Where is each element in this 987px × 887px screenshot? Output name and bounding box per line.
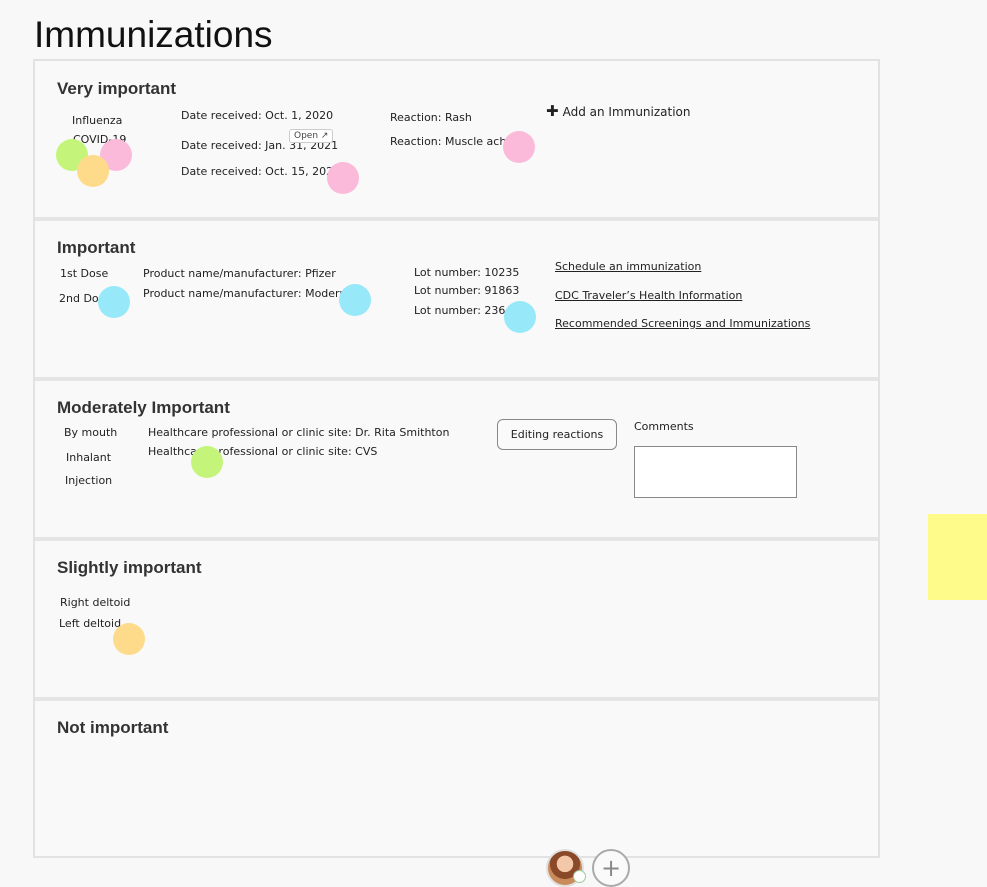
board: Very important Influenza COVID-19 Date r…	[33, 59, 880, 858]
pink-dot-marker[interactable]	[327, 162, 359, 194]
section-title: Very important	[57, 79, 177, 98]
section-title: Not important	[57, 718, 169, 737]
section-moderately-important: Moderately Important By mouth Inhalant I…	[35, 381, 878, 537]
date-received: Date received: Oct. 15, 2020	[181, 165, 341, 178]
open-link-chip[interactable]: Open ↗	[289, 129, 334, 143]
dose-label: 1st Dose	[60, 267, 109, 280]
plus-icon: ✚	[546, 102, 559, 120]
recommended-screenings-link[interactable]: Recommended Screenings and Immunizations	[555, 317, 810, 330]
orange-dot-marker[interactable]	[77, 155, 109, 187]
clinic-site: Healthcare professional or clinic site: …	[148, 426, 450, 439]
add-immunization-label: Add an Immunization	[562, 105, 691, 119]
section-title: Important	[57, 238, 136, 257]
cdc-travelers-health-link[interactable]: CDC Traveler’s Health Information	[555, 289, 742, 302]
schedule-immunization-link[interactable]: Schedule an immunization	[555, 260, 701, 273]
injection-site: Right deltoid	[60, 596, 131, 609]
section-not-important: Not important	[35, 701, 878, 856]
injection-site: Left deltoid	[59, 617, 122, 630]
lot-number: Lot number: 10235	[414, 266, 520, 279]
section-very-important: Very important Influenza COVID-19 Date r…	[35, 61, 878, 217]
section-important: Important 1st Dose 2nd Dose Product name…	[35, 221, 878, 377]
comments-label: Comments	[634, 420, 694, 433]
cyan-dot-marker[interactable]	[98, 286, 130, 318]
page-title: Immunizations	[34, 14, 273, 55]
route-label: Injection	[65, 474, 113, 487]
plus-circle-icon[interactable]: +	[592, 849, 630, 887]
pink-dot-marker[interactable]	[503, 131, 535, 163]
reaction: Reaction: Muscle ache	[390, 135, 514, 148]
cyan-dot-marker[interactable]	[504, 301, 536, 333]
immunization-name: Influenza	[72, 114, 123, 127]
route-label: Inhalant	[66, 451, 112, 464]
route-label: By mouth	[64, 426, 118, 439]
open-label: Open	[294, 131, 319, 141]
comments-textarea[interactable]	[634, 446, 797, 498]
date-received: Date received: Oct. 1, 2020	[181, 109, 334, 122]
cyan-dot-marker[interactable]	[339, 284, 371, 316]
add-immunization-button[interactable]: ✚ Add an Immunization	[546, 102, 691, 120]
product-name: Product name/manufacturer: Pfizer	[143, 267, 336, 280]
sticky-note[interactable]	[928, 514, 987, 600]
editing-reactions-button[interactable]: Editing reactions	[497, 419, 617, 450]
section-title: Slightly important	[57, 558, 202, 577]
reaction: Reaction: Rash	[390, 111, 472, 124]
avatar-status-badge	[573, 870, 586, 883]
green-dot-marker[interactable]	[191, 446, 223, 478]
external-link-icon: ↗	[320, 131, 329, 141]
clinic-site: Healthcare professional or clinic site: …	[148, 445, 378, 458]
section-slightly-important: Slightly important Right deltoid Left de…	[35, 541, 878, 697]
product-name: Product name/manufacturer: Moderna	[143, 287, 354, 300]
orange-dot-marker[interactable]	[113, 623, 145, 655]
lot-number: Lot number: 91863	[414, 284, 520, 297]
section-title: Moderately Important	[57, 398, 230, 417]
